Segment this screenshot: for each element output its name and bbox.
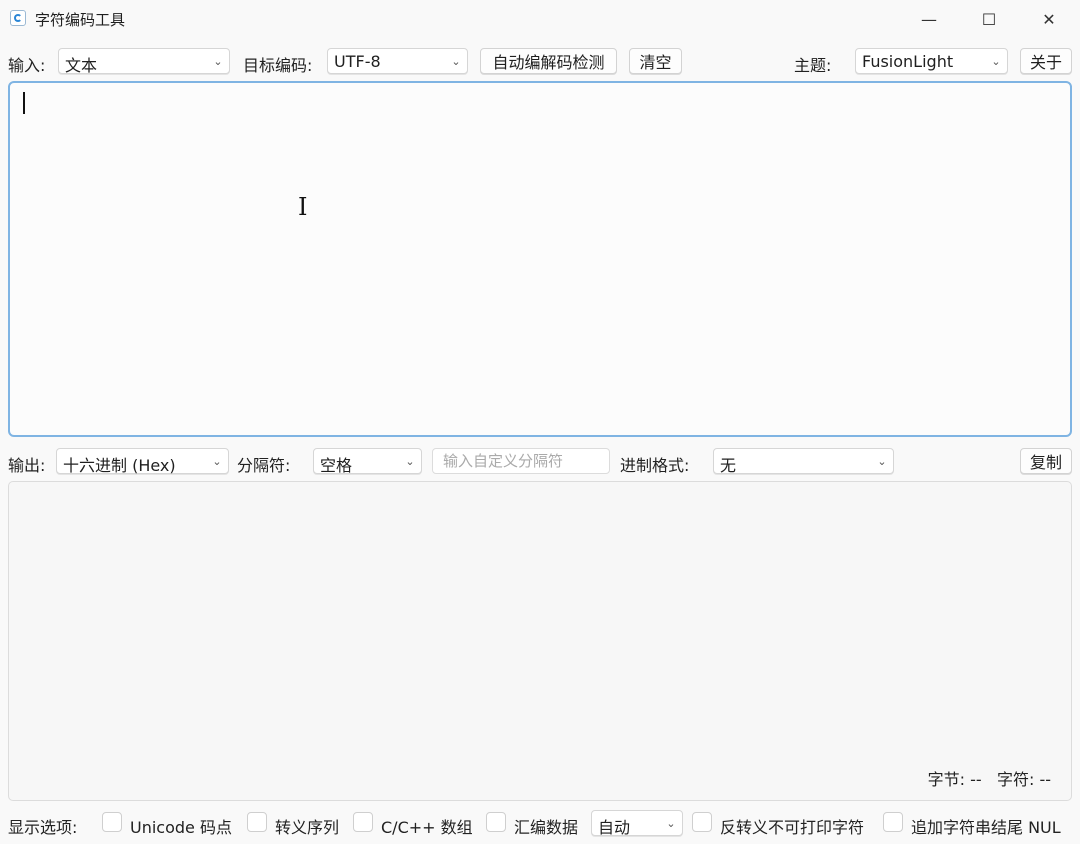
- unescape-nonprintable-label[interactable]: 反转义不可打印字符: [720, 814, 864, 838]
- custom-separator-input[interactable]: [433, 449, 609, 473]
- chevron-down-icon: ⌄: [877, 454, 887, 468]
- chevron-down-icon: ⌄: [451, 54, 461, 68]
- chevron-down-icon: ⌄: [991, 54, 1001, 68]
- input-mode-select[interactable]: 文本 ⌄: [58, 48, 230, 75]
- escape-sequence-checkbox[interactable]: [247, 812, 267, 832]
- target-encoding-value: UTF-8: [334, 52, 381, 71]
- chevron-down-icon: ⌄: [666, 816, 676, 830]
- c-array-label[interactable]: C/C++ 数组: [381, 814, 473, 838]
- radix-format-value: 无: [720, 456, 737, 475]
- unescape-nonprintable-checkbox[interactable]: [692, 812, 712, 832]
- separator-select[interactable]: 空格 ⌄: [313, 448, 422, 475]
- copy-button[interactable]: 复制: [1020, 448, 1072, 474]
- window-title: 字符编码工具: [35, 11, 126, 29]
- c-array-checkbox[interactable]: [353, 812, 373, 832]
- separator-value: 空格: [320, 456, 353, 475]
- clear-button[interactable]: 清空: [629, 48, 682, 74]
- unicode-codepoint-label[interactable]: Unicode 码点: [130, 814, 232, 838]
- auto-detect-button[interactable]: 自动编解码检测: [480, 48, 617, 74]
- asm-mode-value: 自动: [598, 818, 631, 837]
- chevron-down-icon: ⌄: [213, 54, 223, 68]
- asm-data-checkbox[interactable]: [486, 812, 506, 832]
- output-mode-select[interactable]: 十六进制 (Hex) ⌄: [56, 448, 229, 475]
- radix-format-select[interactable]: 无 ⌄: [713, 448, 894, 475]
- theme-value: FusionLight: [862, 52, 954, 71]
- close-button[interactable]: ✕: [1019, 0, 1079, 38]
- separator-label: 分隔符:: [237, 456, 291, 475]
- ibeam-cursor-icon: I: [298, 193, 308, 221]
- target-encoding-label: 目标编码:: [243, 56, 313, 75]
- title-bar: 字符编码工具 — ☐ ✕: [0, 0, 1080, 38]
- theme-select[interactable]: FusionLight ⌄: [855, 48, 1008, 74]
- text-caret: [23, 92, 25, 114]
- append-nul-checkbox[interactable]: [883, 812, 903, 832]
- append-nul-label[interactable]: 追加字符串结尾 NUL: [911, 814, 1061, 838]
- target-encoding-select[interactable]: UTF-8 ⌄: [327, 48, 468, 74]
- input-text-area[interactable]: I: [8, 81, 1072, 437]
- options-label: 显示选项:: [8, 818, 78, 837]
- asm-data-label[interactable]: 汇编数据: [514, 814, 578, 838]
- custom-separator-field[interactable]: [432, 448, 610, 474]
- unicode-codepoint-checkbox[interactable]: [102, 812, 122, 832]
- output-label: 输出:: [8, 456, 46, 475]
- minimize-button[interactable]: —: [899, 0, 959, 38]
- theme-label: 主题:: [794, 56, 832, 75]
- radix-format-label: 进制格式:: [620, 456, 690, 475]
- stats-readout: 字节: -- 字符: --: [928, 766, 1051, 790]
- input-mode-value: 文本: [65, 56, 98, 75]
- input-label: 输入:: [8, 56, 46, 75]
- output-mode-value: 十六进制 (Hex): [63, 456, 176, 475]
- chars-value: --: [1039, 770, 1051, 789]
- escape-sequence-label[interactable]: 转义序列: [275, 814, 339, 838]
- chevron-down-icon: ⌄: [212, 454, 222, 468]
- about-button[interactable]: 关于: [1020, 48, 1072, 74]
- maximize-button[interactable]: ☐: [959, 0, 1019, 38]
- output-text-area[interactable]: 字节: -- 字符: --: [8, 481, 1072, 801]
- bytes-value: --: [970, 770, 982, 789]
- app-icon: [10, 10, 26, 26]
- bytes-label: 字节:: [927, 770, 966, 789]
- asm-mode-select[interactable]: 自动 ⌄: [591, 810, 683, 837]
- chevron-down-icon: ⌄: [405, 454, 415, 468]
- chars-label: 字符:: [996, 770, 1035, 789]
